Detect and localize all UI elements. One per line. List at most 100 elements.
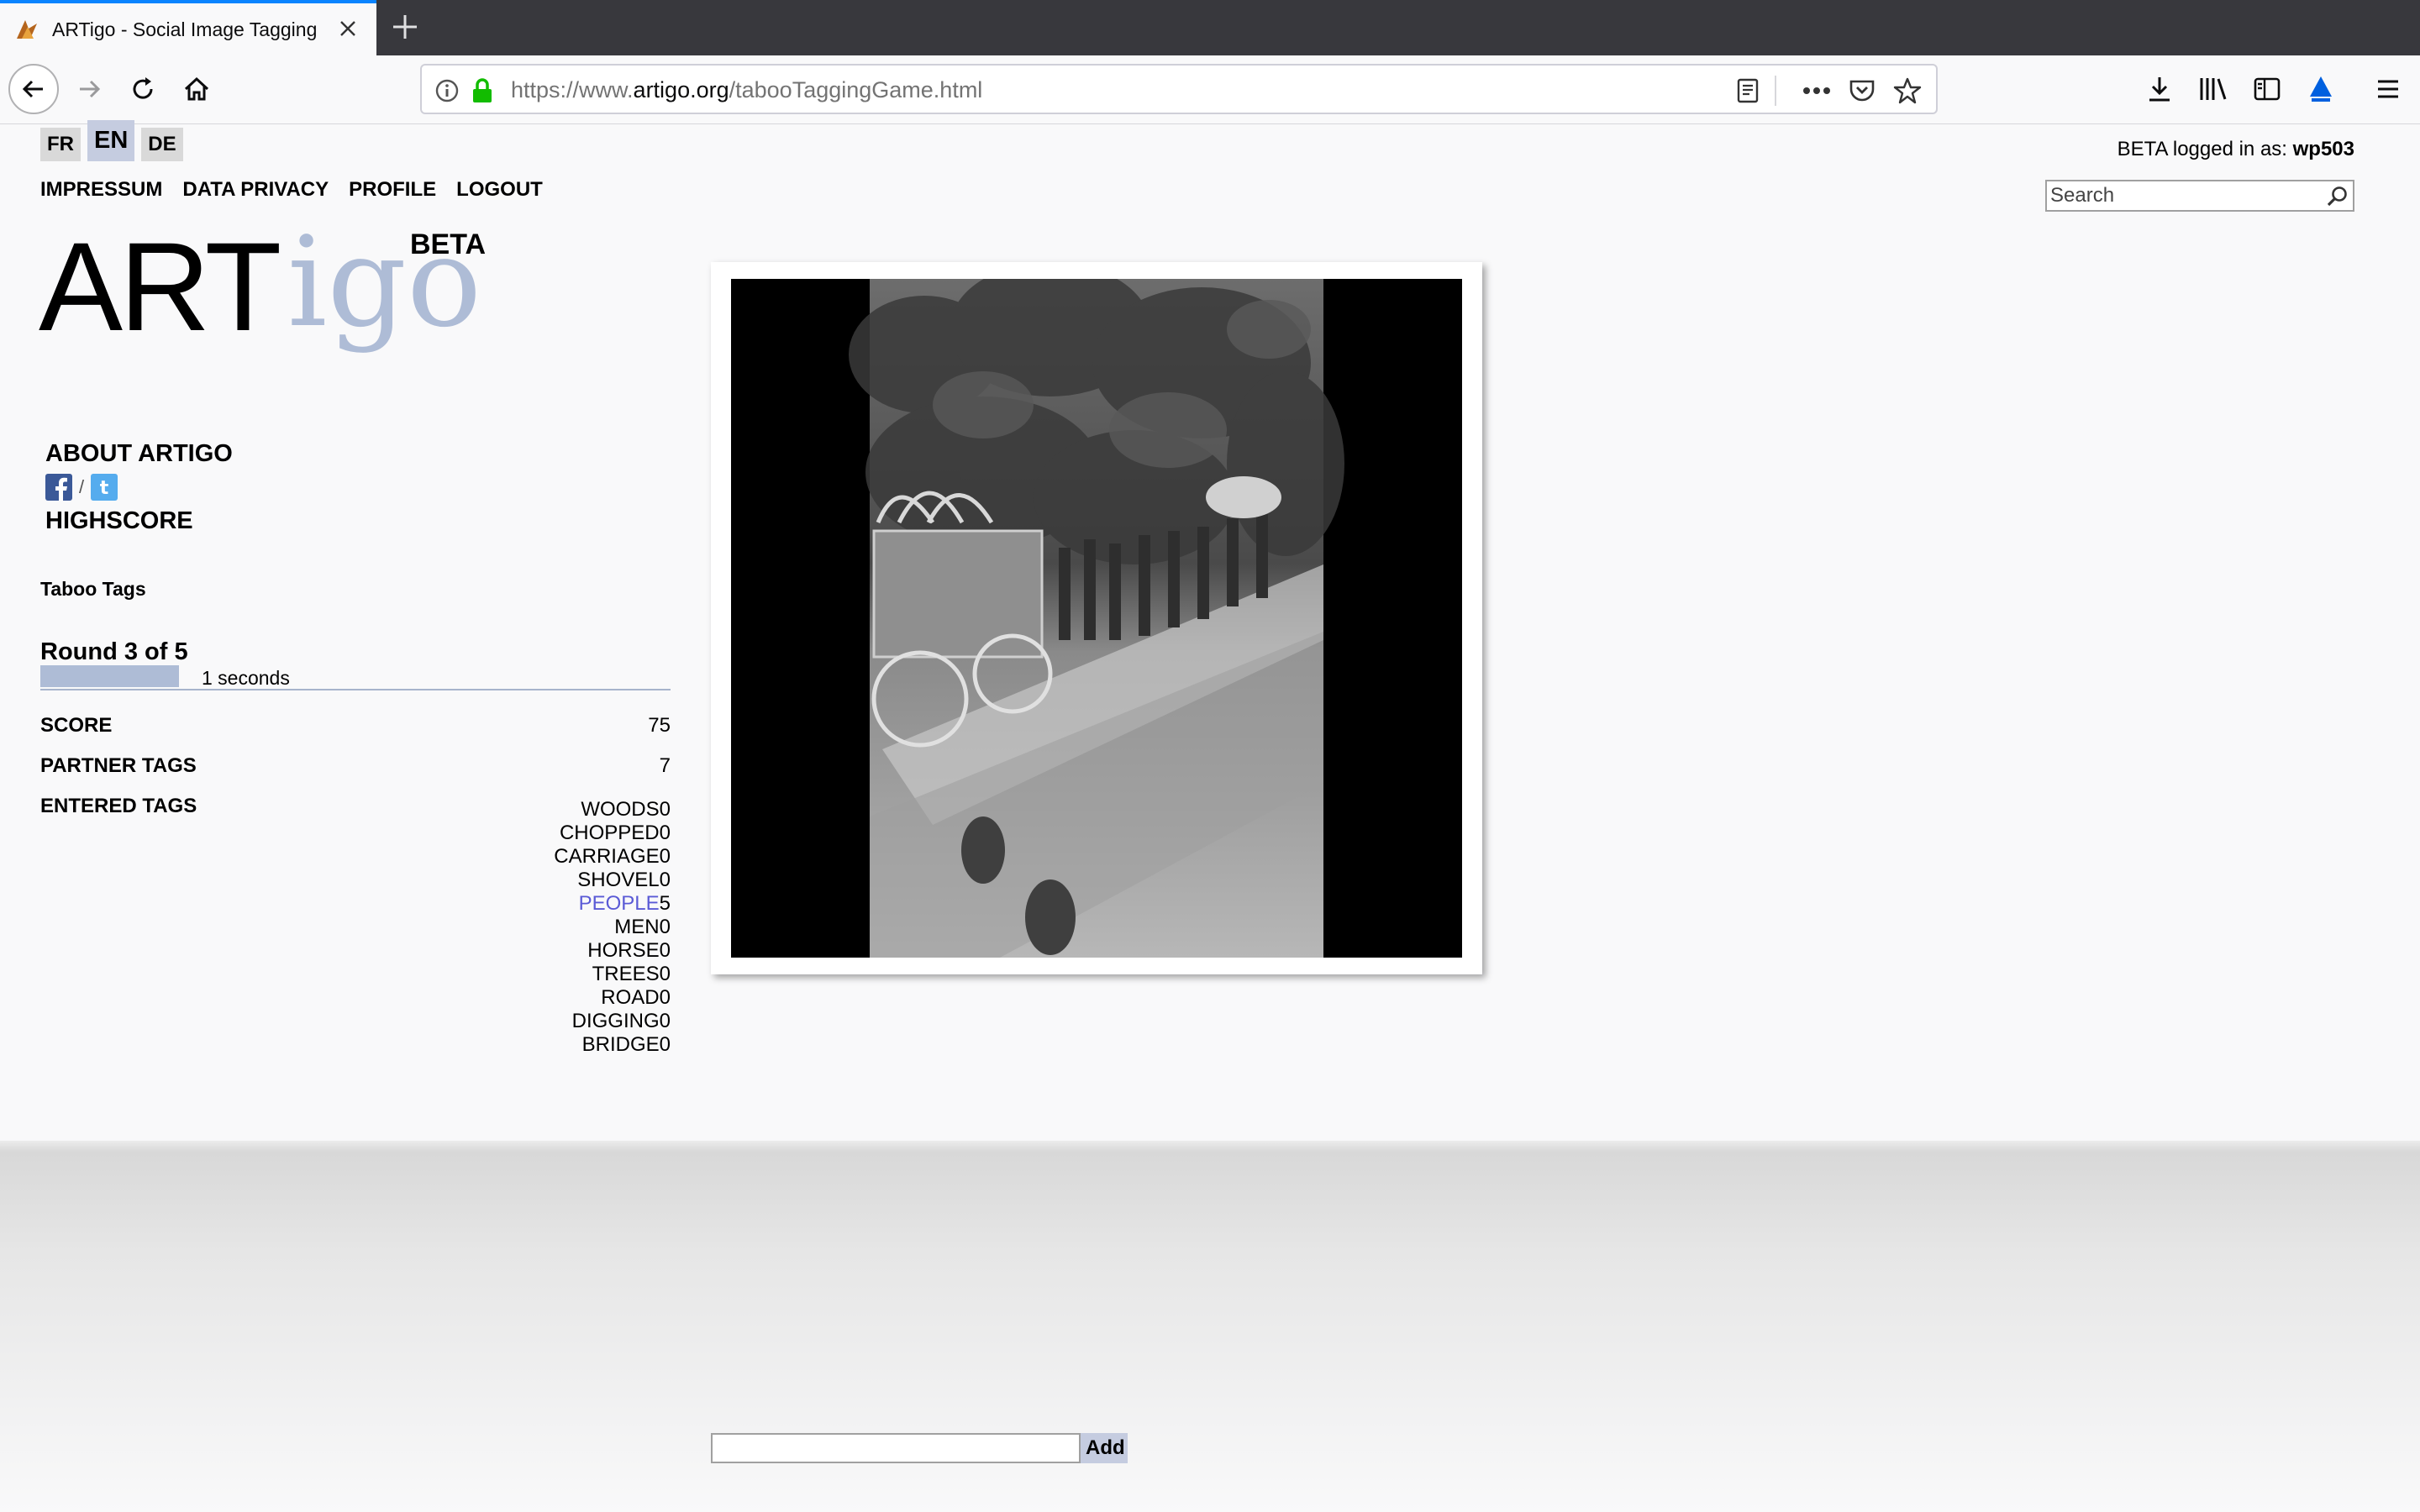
artwork-image (731, 279, 1462, 958)
tag-name: DIGGING (571, 1010, 660, 1032)
round-indicator: Round 3 of 5 (40, 638, 188, 665)
reload-icon (133, 77, 153, 99)
home-button[interactable] (171, 64, 222, 114)
forward-button[interactable] (64, 64, 114, 114)
browser-tab[interactable]: ARTigo - Social Image Tagging (0, 0, 376, 55)
arrow-right-icon (80, 80, 101, 98)
lock-icon[interactable] (466, 74, 499, 108)
language-de-button[interactable]: DE (141, 128, 183, 161)
social-separator: / (79, 476, 85, 497)
tag-name: CHOPPED (559, 822, 660, 844)
info-icon[interactable] (430, 74, 464, 108)
browser-toolbar: https://www.artigo.org/tabooTaggingGame.… (0, 55, 2420, 124)
score-value: 75 (648, 714, 671, 737)
social-links: / t (45, 474, 118, 501)
home-icon (184, 76, 209, 101)
entered-tag-row: WOODS0 (554, 798, 671, 822)
hamburger-menu-icon (2378, 80, 2398, 98)
url-prefix: https://www. (511, 77, 634, 102)
user-login-status: BETA logged in as: wp503 (2118, 138, 2354, 161)
tag-name: HORSE (587, 939, 660, 962)
data-privacy-link[interactable]: DATA PRIVACY (182, 178, 329, 202)
score-label: SCORE (40, 714, 113, 737)
tab-title: ARTigo - Social Image Tagging (52, 18, 318, 40)
about-artigo-link[interactable]: ABOUT ARTIGO (45, 440, 233, 468)
url-text[interactable]: https://www.artigo.org/tabooTaggingGame.… (511, 77, 982, 103)
more-actions-icon[interactable] (1800, 74, 1833, 108)
new-tab-icon[interactable] (388, 10, 422, 44)
logo-art-text: ART (39, 216, 281, 357)
logout-link[interactable]: LOGOUT (456, 178, 543, 202)
tag-count: 0 (659, 1033, 671, 1056)
twitter-icon[interactable]: t (91, 474, 118, 501)
tag-name: CARRIAGE (554, 845, 660, 868)
timer-text: 1 seconds (202, 667, 290, 689)
svg-text:t: t (100, 478, 109, 499)
bookmark-star-icon[interactable] (1891, 74, 1924, 108)
page: FR EN DE IMPRESSUM DATA PRIVACY PROFILE LO… (0, 120, 2420, 1512)
facebook-icon[interactable] (45, 474, 72, 501)
downloads-button[interactable] (2134, 64, 2185, 114)
partner-tags-value: 7 (659, 754, 671, 777)
entered-tag-row: ROAD0 (554, 986, 671, 1010)
browser-tab-bar: ARTigo - Social Image Tagging (0, 0, 2420, 55)
urlbar-divider (1775, 76, 1776, 106)
entered-tag-row: HORSE0 (554, 939, 671, 963)
timer-bar-fill (40, 665, 179, 687)
language-fr-button[interactable]: FR (40, 128, 81, 161)
impressum-link[interactable]: IMPRESSUM (40, 178, 162, 202)
search-box (2045, 180, 2354, 212)
entered-tag-row: TREES0 (554, 963, 671, 986)
background-band (0, 1141, 2420, 1512)
url-path: /tabooTaggingGame.html (729, 77, 983, 102)
tag-input[interactable] (711, 1433, 1081, 1463)
pocket-icon[interactable] (1845, 74, 1879, 108)
entered-tag-row: SHOVEL0 (554, 869, 671, 892)
tag-count: 0 (659, 916, 671, 938)
entered-tag-row: MEN0 (554, 916, 671, 939)
tag-name: MEN (614, 916, 660, 938)
tag-count: 5 (659, 892, 671, 915)
library-icon (2200, 78, 2227, 100)
extension-button[interactable] (2296, 64, 2346, 114)
url-bar[interactable]: https://www.artigo.org/tabooTaggingGame.… (420, 64, 1938, 114)
entered-tag-row: DIGGING0 (554, 1010, 671, 1033)
tag-count: 0 (659, 822, 671, 844)
sidebar-icon (2254, 77, 2281, 101)
menu-button[interactable] (2363, 64, 2413, 114)
tag-count: 0 (659, 798, 671, 821)
library-button[interactable] (2188, 64, 2238, 114)
search-icon[interactable] (2326, 185, 2349, 208)
reader-view-icon[interactable] (1731, 74, 1765, 108)
tag-name: SHOVEL (577, 869, 660, 891)
search-input[interactable] (2047, 181, 2316, 210)
entered-tags-label: ENTERED TAGS (40, 795, 197, 817)
back-button[interactable] (8, 64, 59, 114)
tag-count: 0 (659, 939, 671, 962)
username[interactable]: wp503 (2293, 138, 2354, 160)
artwork-photo (731, 279, 1462, 958)
sidebar-button[interactable] (2242, 64, 2292, 114)
highscore-link[interactable]: HIGHSCORE (45, 507, 193, 535)
entered-tag-row: CARRIAGE0 (554, 845, 671, 869)
url-host: artigo.org (633, 77, 729, 102)
arrow-left-icon (22, 80, 43, 98)
login-prefix: BETA logged in as: (2117, 138, 2293, 160)
top-navigation: IMPRESSUM DATA PRIVACY PROFILE LOGOUT (40, 178, 543, 202)
profile-link[interactable]: PROFILE (349, 178, 436, 202)
reload-button[interactable] (118, 64, 168, 114)
logo-beta-badge: BETA (410, 228, 487, 260)
tag-name: ROAD (601, 986, 660, 1009)
tag-count: 0 (659, 869, 671, 891)
tag-count: 0 (659, 845, 671, 868)
entered-tags-list: WOODS0 CHOPPED0 CARRIAGE0 SHOVEL0 PEOPLE5 MEN… (554, 798, 671, 1057)
tag-name: BRIDGE (581, 1033, 660, 1056)
close-tab-icon[interactable] (334, 15, 361, 42)
entered-tag-row: CHOPPED0 (554, 822, 671, 845)
language-en-button[interactable]: EN (87, 120, 135, 161)
tag-name: PEOPLE (578, 892, 660, 915)
game-title: Taboo Tags (40, 578, 146, 600)
entered-tag-row: BRIDGE0 (554, 1033, 671, 1057)
add-tag-button[interactable]: Add (1081, 1433, 1128, 1463)
partner-tags-label: PARTNER TAGS (40, 754, 197, 777)
